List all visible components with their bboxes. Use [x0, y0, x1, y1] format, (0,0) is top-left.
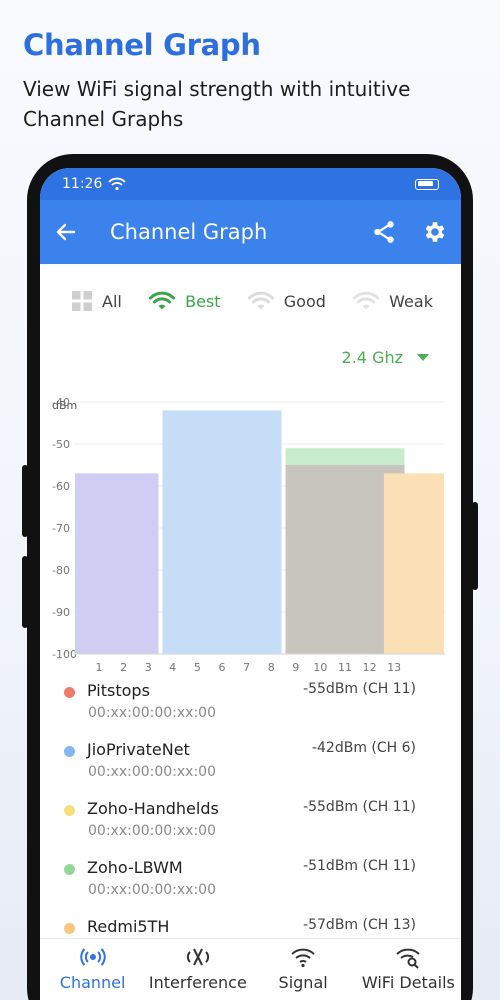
grid-icon — [72, 291, 92, 311]
network-signal: -55dBm (CH 11) — [303, 799, 416, 815]
wifi-status-icon — [108, 177, 127, 191]
phone-screen: 11:26 Channel Graph All Best Good Weak 2… — [40, 168, 461, 1000]
network-mac: 00:xx:00:00:xx:00 — [88, 764, 216, 780]
y-tick-label: -100 — [52, 648, 77, 661]
chart-bar — [75, 473, 159, 654]
y-tick-label: -80 — [52, 564, 70, 577]
interference-icon — [186, 948, 209, 966]
x-tick-label: 11 — [338, 661, 352, 674]
band-selector[interactable]: 2.4 Ghz — [40, 338, 461, 376]
filter-all-label: All — [102, 291, 122, 311]
x-tick-label: 2 — [120, 661, 127, 674]
band-selected-label: 2.4 Ghz — [341, 347, 403, 367]
network-name: Zoho-LBWM — [87, 858, 183, 877]
network-name: Zoho-Handhelds — [87, 799, 219, 818]
x-tick-label: 13 — [387, 661, 401, 674]
chart-bar — [162, 410, 282, 654]
network-mac: 00:xx:00:00:xx:00 — [88, 823, 216, 839]
promo-subtitle: View WiFi signal strength with intuitive… — [23, 77, 411, 131]
network-color-dot — [64, 923, 75, 934]
x-tick-label: 9 — [292, 661, 299, 674]
x-tick-label: 4 — [169, 661, 176, 674]
channel-chart-svg: dBm-40-50-60-70-80-90-1001 2 3 4 5 6 7 8 9 10 11 12… — [52, 396, 445, 674]
status-time: 11:26 — [62, 176, 103, 192]
back-arrow-icon[interactable] — [54, 220, 78, 244]
x-tick-label: 1 — [96, 661, 103, 674]
network-name: Redmi5TH — [87, 917, 170, 936]
x-tick-label: 5 — [194, 661, 201, 674]
x-tick-label: 3 — [145, 661, 152, 674]
gear-icon[interactable] — [421, 219, 447, 245]
network-signal: -42dBm (CH 6) — [311, 740, 416, 756]
share-icon[interactable] — [371, 219, 397, 245]
filter-best-label: Best — [185, 291, 221, 311]
list-item[interactable]: JioPrivateNet 00:xx:00:00:xx:00 -42dBm (… — [62, 735, 443, 794]
nav-signal-label: Signal — [278, 973, 328, 992]
network-signal: -57dBm (CH 13) — [303, 917, 416, 933]
network-color-dot — [64, 805, 75, 816]
app-bar: Channel Graph — [40, 200, 461, 264]
wifi-icon — [149, 291, 176, 310]
y-tick-label: -60 — [52, 480, 70, 493]
list-item[interactable]: Zoho-LBWM 00:xx:00:00:xx:00 -51dBm (CH 1… — [62, 853, 443, 912]
network-color-dot — [64, 864, 75, 875]
network-name: JioPrivateNet — [87, 740, 190, 759]
promo-title: Channel Graph — [23, 28, 261, 62]
filter-good[interactable]: Good — [247, 291, 326, 311]
nav-wifi-details[interactable]: WiFi Details — [356, 939, 461, 1000]
y-tick-label: -50 — [52, 438, 70, 451]
list-item[interactable]: Pitstops 00:xx:00:00:xx:00 -55dBm (CH 11… — [62, 676, 443, 735]
filter-bar: All Best Good Weak — [40, 264, 461, 338]
network-color-dot — [64, 687, 75, 698]
filter-weak-label: Weak — [389, 291, 433, 311]
status-bar: 11:26 — [40, 168, 461, 200]
wifi-icon — [247, 291, 274, 310]
x-tick-label: 6 — [219, 661, 226, 674]
app-title: Channel Graph — [110, 220, 268, 244]
nav-channel-label: Channel — [59, 973, 126, 992]
filter-all[interactable]: All — [72, 291, 122, 311]
wifi-icon — [353, 291, 380, 310]
network-name: Pitstops — [87, 681, 150, 700]
wifi-details-icon — [396, 948, 421, 969]
network-mac: 00:xx:00:00:xx:00 — [88, 705, 216, 721]
nav-interference-label: Interference — [148, 973, 247, 992]
list-item[interactable]: Zoho-Handhelds 00:xx:00:00:xx:00 -55dBm … — [62, 794, 443, 853]
channel-broadcast-icon — [79, 948, 106, 966]
channel-chart: dBm -40 -50 -60 -70 -80 -90 -100 1 2 3 4 5 6 7 8 9 10 11 12… — [40, 376, 461, 676]
network-signal: -51dBm (CH 11) — [303, 858, 416, 874]
filter-weak[interactable]: Weak — [353, 291, 433, 311]
nav-channel[interactable]: Channel — [40, 939, 145, 1000]
nav-wifi-details-label: WiFi Details — [361, 973, 455, 992]
y-tick-label: -90 — [52, 606, 70, 619]
network-mac: 00:xx:00:00:xx:00 — [88, 882, 216, 898]
filter-good-label: Good — [283, 291, 326, 311]
y-tick-label: -40 — [52, 396, 70, 409]
x-tick-label: 7 — [243, 661, 250, 674]
x-tick-label: 10 — [313, 661, 327, 674]
network-list: Pitstops 00:xx:00:00:xx:00 -55dBm (CH 11… — [40, 676, 461, 971]
battery-icon — [415, 178, 439, 190]
dropdown-caret-icon — [417, 353, 429, 361]
y-tick-label: -70 — [52, 522, 70, 535]
bottom-nav: Channel Interference Signal WiFi Details — [40, 938, 461, 1000]
network-color-dot — [64, 746, 75, 757]
x-tick-label: 12 — [363, 661, 377, 674]
nav-interference[interactable]: Interference — [145, 939, 250, 1000]
wifi-signal-icon — [291, 948, 315, 968]
nav-signal[interactable]: Signal — [251, 939, 356, 1000]
chart-bar — [383, 473, 444, 654]
filter-best[interactable]: Best — [149, 291, 221, 311]
x-tick-label: 8 — [268, 661, 275, 674]
network-signal: -55dBm (CH 11) — [303, 681, 416, 697]
